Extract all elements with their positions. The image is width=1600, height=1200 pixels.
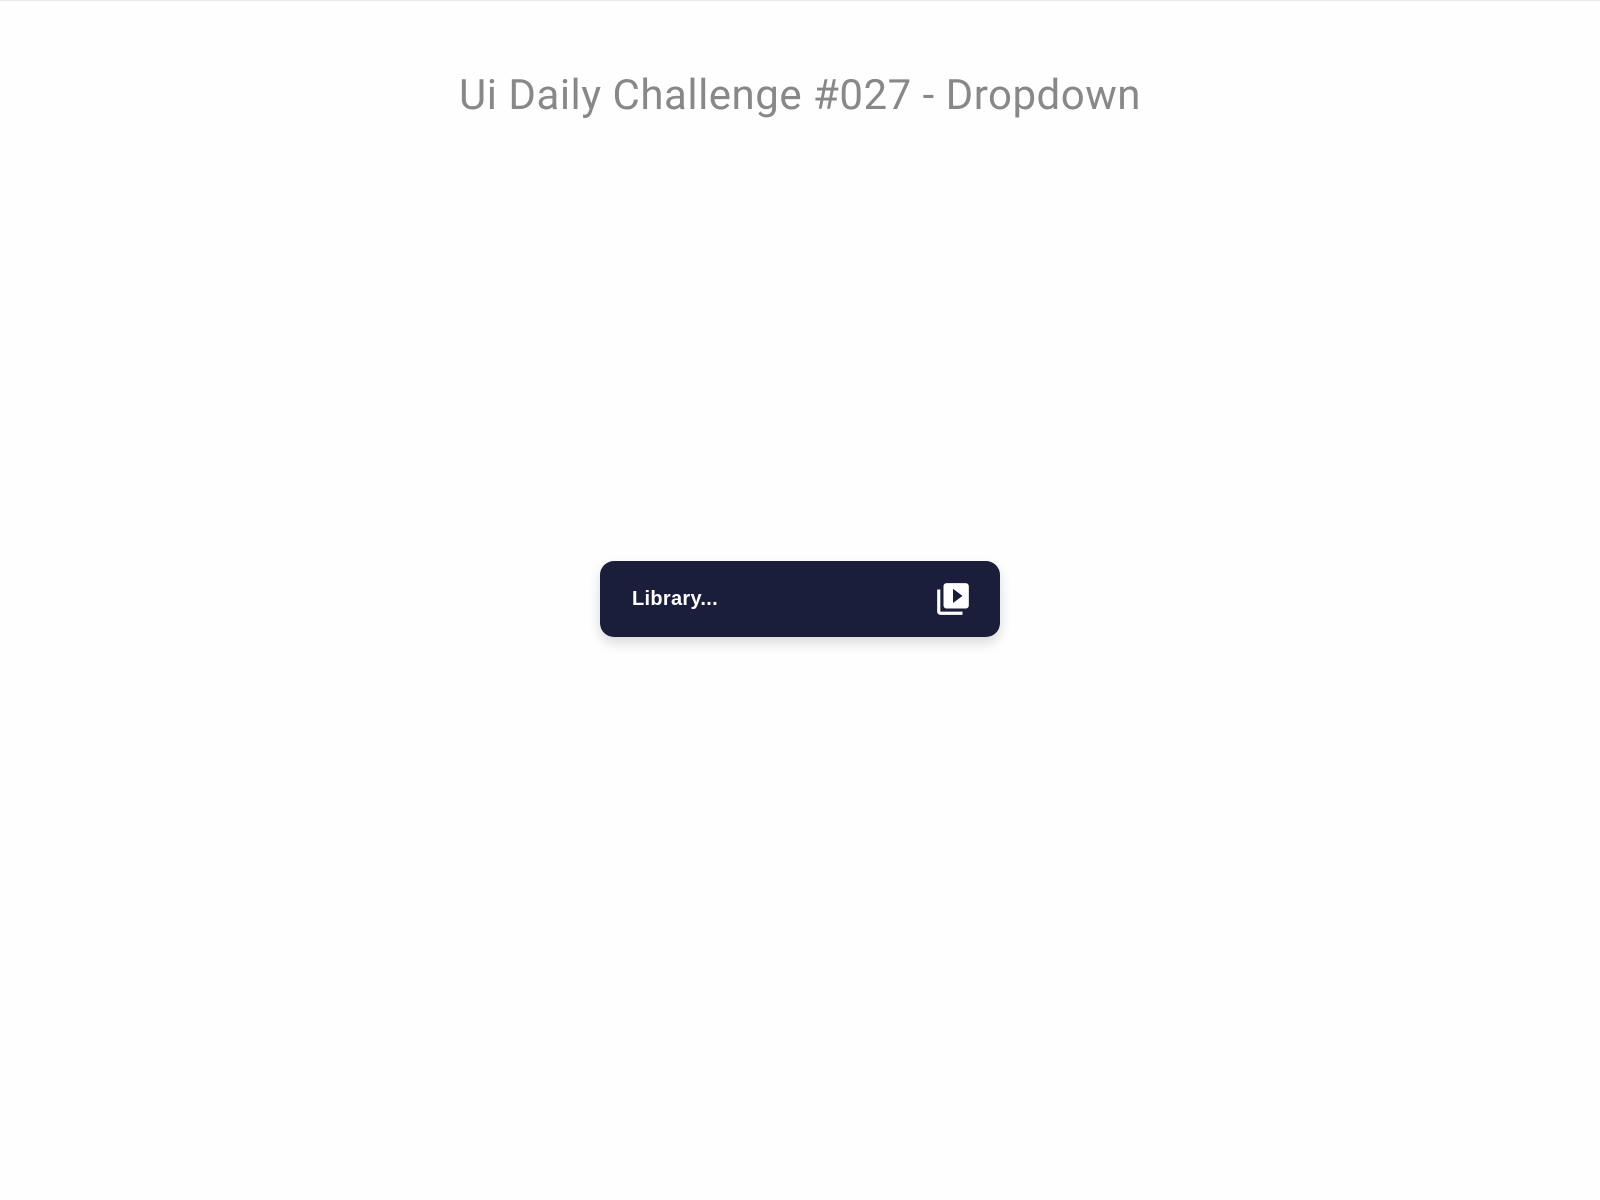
video-library-icon [934, 580, 972, 618]
dropdown-label: Library... [632, 588, 718, 611]
page-title: Ui Daily Challenge #027 - Dropdown [0, 71, 1600, 120]
library-dropdown-button[interactable]: Library... [600, 561, 1000, 637]
dropdown-container: Library... [600, 561, 1000, 637]
